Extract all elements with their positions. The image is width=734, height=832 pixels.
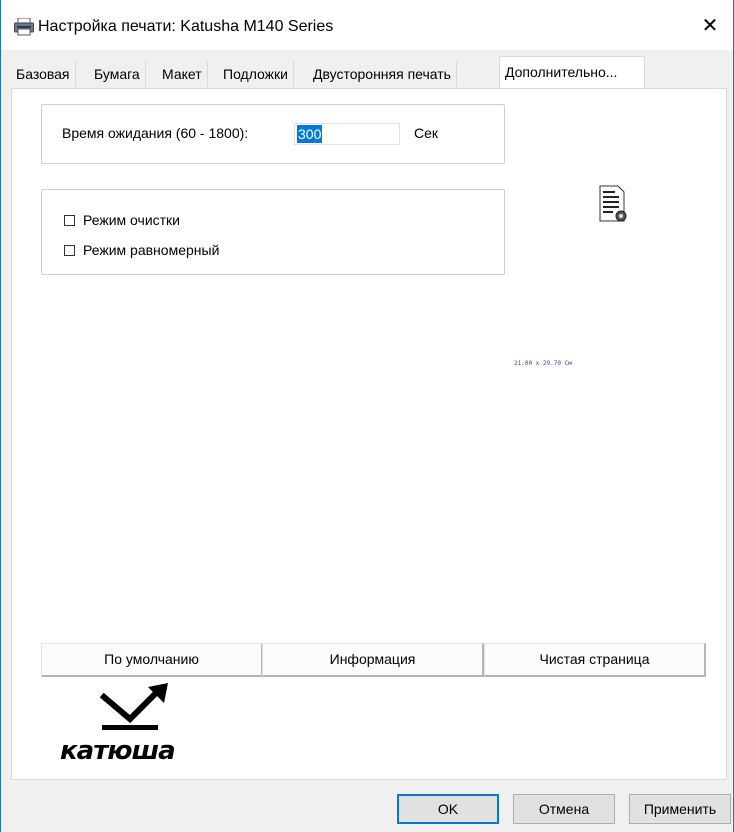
tab-basic[interactable]: Базовая — [11, 61, 76, 87]
tab-layout[interactable]: Макет — [157, 61, 208, 87]
close-button[interactable]: ✕ — [687, 0, 733, 50]
tab-paper[interactable]: Бумага — [89, 61, 146, 87]
info-button[interactable]: Информация — [262, 643, 484, 677]
tab-duplex[interactable]: Двусторонняя печать — [308, 61, 457, 87]
timeout-input[interactable]: 300 — [294, 123, 400, 145]
timeout-unit: Сек — [414, 125, 439, 141]
apply-button[interactable]: Применить — [629, 794, 731, 824]
timeout-value: 300 — [297, 125, 323, 143]
modes-group: Режим очистки Режим равномерный — [41, 189, 505, 275]
cleaning-mode-checkbox[interactable]: Режим очистки — [64, 211, 180, 229]
timeout-group: Время ожидания (60 - 1800): 300 Сек — [41, 104, 505, 164]
logo-text: катюша — [60, 736, 175, 765]
close-icon: ✕ — [701, 14, 719, 37]
tab-panel-advanced: Время ожидания (60 - 1800): 300 Сек Режи… — [11, 88, 727, 780]
uniform-mode-label: Режим равномерный — [83, 242, 220, 258]
checkbox-box — [64, 244, 75, 256]
checkbox-box — [64, 214, 75, 226]
window-title: Настройка печати: Katusha M140 Series — [38, 18, 334, 35]
paper-size-readout: 21.00 x 29.70 См — [514, 360, 572, 367]
tab-strip: Базовая Бумага Макет Подложки Двусторонн… — [11, 56, 733, 88]
ok-button[interactable]: OK — [397, 794, 499, 824]
katusha-logo: катюша — [60, 683, 176, 765]
timeout-label: Время ожидания (60 - 1800): — [62, 125, 249, 141]
cancel-button[interactable]: Отмена — [513, 794, 615, 824]
tab-advanced[interactable]: Дополнительно... — [499, 56, 645, 88]
title-bar: Настройка печати: Katusha M140 Series ✕ — [1, 0, 733, 50]
document-printer-icon — [599, 185, 627, 222]
tab-watermarks[interactable]: Подложки — [218, 61, 294, 87]
cleaning-mode-label: Режим очистки — [83, 212, 181, 228]
clean-page-button[interactable]: Чистая страница — [484, 643, 706, 677]
printer-icon — [14, 18, 34, 36]
defaults-button[interactable]: По умолчанию — [41, 643, 263, 677]
print-settings-dialog: Настройка печати: Katusha M140 Series ✕ … — [0, 0, 734, 832]
uniform-mode-checkbox[interactable]: Режим равномерный — [64, 241, 219, 259]
